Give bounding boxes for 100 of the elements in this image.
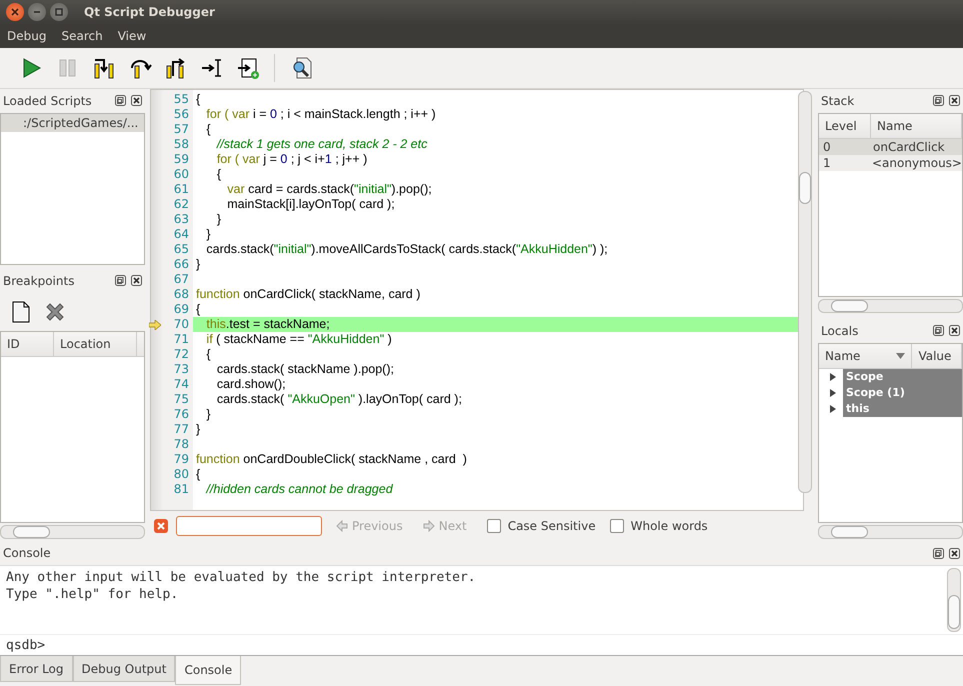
code-line: {: [195, 92, 202, 107]
expand-icon[interactable]: [829, 372, 837, 381]
float-icon[interactable]: [933, 95, 944, 106]
line-number: 58: [172, 136, 190, 152]
close-icon[interactable]: [949, 95, 960, 106]
code-line: }: [216, 212, 222, 227]
close-icon[interactable]: [131, 95, 142, 106]
panel-title: Breakpoints: [3, 274, 74, 288]
code-line: {: [205, 346, 212, 362]
checkbox-label: Whole words: [630, 519, 708, 534]
line-number: 68: [172, 286, 190, 302]
close-icon[interactable]: [949, 325, 960, 336]
line-number: 77: [172, 422, 190, 437]
code-line: card.show();: [216, 376, 287, 392]
column-header[interactable]: Value: [912, 344, 962, 368]
vertical-scrollbar[interactable]: [798, 90, 812, 493]
menu-item[interactable]: Debug: [0, 29, 54, 44]
console-prompt: qsdb>: [5, 638, 46, 653]
code-line: {: [195, 302, 202, 317]
close-icon[interactable]: [131, 275, 142, 286]
stack-row[interactable]: 0 onCardClick: [819, 138, 962, 155]
tab[interactable]: Error Log: [0, 656, 72, 682]
line-number: 69: [172, 302, 190, 317]
right-arrow-icon: [422, 520, 435, 532]
float-icon[interactable]: [933, 548, 944, 559]
line-number: 62: [172, 196, 190, 212]
code-line: {: [195, 466, 202, 482]
tree-item[interactable]: this: [843, 400, 962, 417]
code-line: for ( var i = 0 ; i < mainStack.length ; i++ ): [205, 106, 437, 122]
menu-item[interactable]: Search: [54, 29, 111, 44]
checkbox[interactable]: [486, 519, 501, 534]
table-cell-text: <anonymous>: [870, 156, 962, 170]
line-number: 75: [172, 392, 190, 407]
line-number: 76: [172, 406, 190, 422]
new-document-icon[interactable]: [12, 300, 30, 323]
code-line: cards.stack( stackName ).pop();: [216, 362, 395, 377]
line-number: 66: [172, 256, 190, 272]
console-output: Type ".help" for help.: [6, 586, 180, 604]
script-item[interactable]: :/ScriptedGames/...: [1, 114, 144, 132]
code-line: {: [216, 166, 222, 182]
panel-title: Stack: [821, 94, 854, 108]
code-line: }: [195, 256, 202, 272]
close-button[interactable]: [6, 3, 24, 22]
column-header[interactable]: ID: [1, 332, 54, 356]
float-icon[interactable]: [115, 95, 126, 106]
float-icon[interactable]: [115, 275, 126, 286]
panel-title: Locals: [821, 324, 858, 338]
horizontal-scrollbar[interactable]: [818, 525, 963, 540]
checkbox-label: Case Sensitive: [508, 519, 596, 534]
expand-icon[interactable]: [829, 404, 837, 413]
horizontal-scrollbar[interactable]: [818, 298, 963, 313]
code-line: }: [205, 226, 212, 242]
line-number: 59: [172, 152, 190, 167]
column-header[interactable]: Location: [54, 332, 137, 356]
sort-icon: [896, 352, 906, 359]
column-header[interactable]: Level: [819, 114, 871, 138]
expand-icon[interactable]: [829, 388, 837, 397]
tree-item[interactable]: Scope: [843, 368, 962, 385]
table-cell-text: 1: [822, 156, 832, 170]
window-title: Qt Script Debugger: [84, 5, 215, 20]
panel-title: Loaded Scripts: [3, 94, 92, 108]
code-line: cards.stack("initial").moveAllCardsToStack( cards.stack("AkkuHidden") );: [205, 242, 609, 257]
line-number: 57: [172, 122, 190, 137]
line-number: 70: [151, 316, 193, 332]
column-header[interactable]: Name: [871, 114, 962, 138]
code-line: {: [205, 122, 212, 137]
find-field[interactable]: [176, 516, 322, 536]
column-header[interactable]: Name: [819, 344, 912, 368]
line-number: 60: [172, 166, 190, 182]
code-line: var card = cards.stack("initial").pop();: [226, 182, 433, 197]
code-line: cards.stack( "AkkuOpen" ).layOnTop( card );: [216, 392, 463, 407]
table-cell-text: onCardClick: [872, 140, 945, 154]
line-number: 74: [172, 376, 190, 392]
checkbox[interactable]: [610, 519, 624, 534]
horizontal-scrollbar[interactable]: [0, 525, 145, 540]
new-script-icon: [236, 56, 260, 80]
code-line: function onCardClick( stackName, card ): [195, 286, 422, 302]
tab[interactable]: Console: [175, 656, 242, 686]
maximize-button[interactable]: [50, 3, 68, 22]
menu-item[interactable]: View: [110, 29, 154, 44]
code-line: }: [205, 406, 212, 422]
console-output: Any other input will be evaluated by the script interpreter.: [6, 569, 477, 586]
code-line: for ( var j = 0 ; j < i+1 ; j++ ): [216, 152, 368, 167]
delete-icon[interactable]: [44, 300, 66, 323]
tab[interactable]: Debug Output: [72, 656, 176, 682]
close-icon[interactable]: [949, 548, 960, 559]
left-arrow-icon: [336, 520, 348, 532]
tree-item[interactable]: Scope (1): [843, 384, 962, 401]
line-number: 63: [172, 212, 190, 227]
line-number: 73: [172, 362, 190, 377]
minimize-button[interactable]: [28, 3, 46, 22]
line-number: 79: [172, 452, 190, 467]
float-icon[interactable]: [933, 325, 944, 336]
stack-row[interactable]: 1 <anonymous>: [819, 154, 962, 171]
vertical-scrollbar[interactable]: [947, 568, 961, 632]
close-icon: [11, 8, 19, 16]
line-number: 61: [172, 182, 190, 197]
code-line: }: [195, 422, 202, 437]
maximize-icon: [55, 8, 63, 16]
line-number: 72: [172, 346, 190, 362]
